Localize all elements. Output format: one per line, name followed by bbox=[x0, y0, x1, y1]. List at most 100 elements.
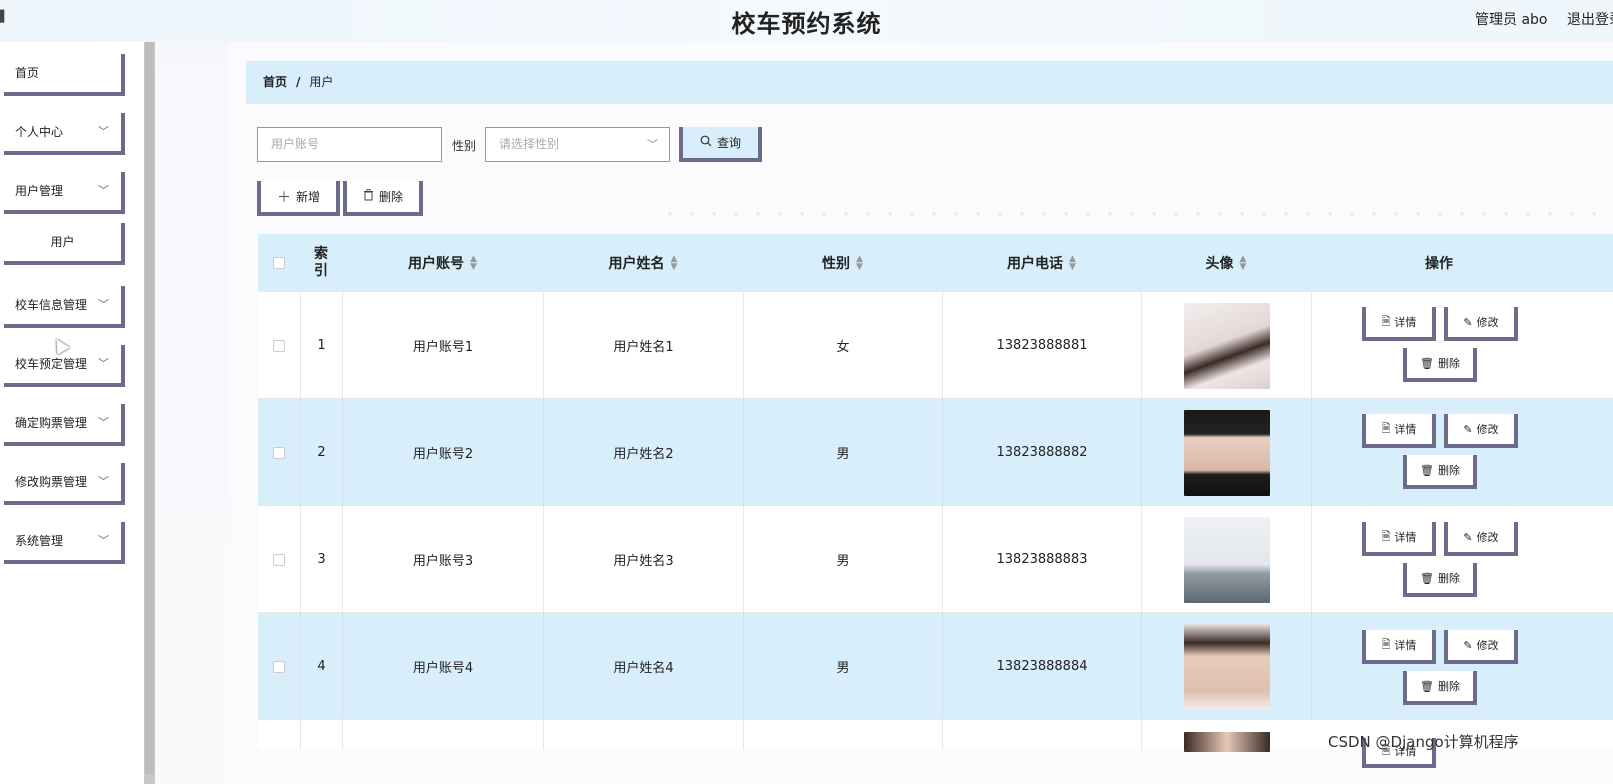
row-gender: 男 bbox=[743, 506, 942, 613]
delete-button[interactable]: 🗑 删除 bbox=[1403, 671, 1477, 705]
row-checkbox[interactable] bbox=[273, 446, 285, 459]
row-checkbox[interactable] bbox=[273, 660, 285, 673]
gender-select-placeholder: 请选择性别 bbox=[499, 137, 560, 151]
sidebar-item-label: 系统管理 bbox=[15, 534, 64, 548]
edit-button[interactable]: ✎ 修改 bbox=[1444, 522, 1518, 556]
sidebar-item-bus-info[interactable]: 校车信息管理 ﹀ bbox=[4, 286, 125, 328]
row-phone: 13823888884 bbox=[942, 613, 1141, 720]
sort-icon[interactable]: ▲ ▼ bbox=[1069, 255, 1076, 272]
document-icon: 🗎 bbox=[1381, 314, 1391, 328]
add-button[interactable]: ＋ 新增 bbox=[257, 181, 340, 216]
account-search-input[interactable]: 用户账号 bbox=[257, 127, 442, 162]
avatar[interactable] bbox=[1183, 302, 1270, 389]
detail-button[interactable]: 🗎 详情 bbox=[1362, 414, 1436, 448]
sidebar-subitem-users[interactable]: 用户 bbox=[4, 223, 125, 265]
sidebar-item-bus-booking[interactable]: 校车预定管理 ﹀ bbox=[4, 345, 125, 387]
trash-icon: 🗑 bbox=[1420, 571, 1434, 585]
document-icon: 🗎 bbox=[1381, 529, 1391, 543]
sidebar-item-confirm-ticket[interactable]: 确定购票管理 ﹀ bbox=[4, 404, 125, 446]
detail-button-label: 详情 bbox=[1394, 316, 1417, 329]
col-avatar[interactable]: 头像 ▲ ▼ bbox=[1141, 234, 1311, 292]
trash-icon: 🗑 bbox=[1420, 356, 1434, 370]
sidebar-item-label: 用户管理 bbox=[15, 184, 64, 198]
edit-button[interactable]: ✎ 修改 bbox=[1444, 630, 1518, 664]
select-all-checkbox[interactable] bbox=[273, 257, 285, 269]
row-account: 用户账号1 bbox=[342, 292, 543, 399]
avatar[interactable] bbox=[1183, 409, 1270, 496]
gender-select[interactable]: 请选择性别 ﹀ bbox=[485, 127, 670, 162]
row-account: 用户账号3 bbox=[342, 506, 543, 613]
sidebar-item-home[interactable]: 首页 bbox=[4, 54, 125, 96]
avatar[interactable] bbox=[1184, 732, 1270, 752]
row-checkbox[interactable] bbox=[273, 339, 285, 352]
sort-icon[interactable]: ▲ ▼ bbox=[470, 255, 477, 272]
sort-icon[interactable]: ▲ ▼ bbox=[856, 255, 863, 272]
col-name-label: 用户姓名 bbox=[608, 256, 665, 272]
delete-button[interactable]: 🗑 删除 bbox=[1403, 348, 1477, 382]
delete-button[interactable]: 🗑 删除 bbox=[1403, 563, 1477, 597]
edit-button-label: 修改 bbox=[1476, 639, 1499, 652]
edit-button[interactable]: ✎ 修改 bbox=[1444, 414, 1518, 448]
decorative-dots bbox=[659, 212, 1609, 216]
row-index: 3 bbox=[300, 506, 342, 613]
edit-button[interactable]: ✎ 修改 bbox=[1444, 307, 1518, 341]
breadcrumb-current: 用户 bbox=[309, 75, 334, 89]
col-index-label: 索引 bbox=[314, 246, 328, 279]
row-checkbox[interactable] bbox=[273, 553, 285, 566]
row-divider bbox=[942, 720, 943, 750]
row-name: 用户姓名1 bbox=[543, 292, 743, 399]
row-select-cell bbox=[258, 292, 300, 399]
sidebar-scrollbar-thumb[interactable] bbox=[145, 42, 154, 774]
sidebar-item-system[interactable]: 系统管理 ﹀ bbox=[4, 522, 125, 564]
col-account-label: 用户账号 bbox=[408, 256, 465, 272]
batch-delete-button[interactable]: 删除 bbox=[343, 181, 423, 216]
table-header: 索引 用户账号 ▲ ▼ 用户姓名 ▲ ▼ 性别 ▲ ▼ 用户电话 ▲ ▼ 头像 ▲ ▼ 操… bbox=[258, 234, 1613, 292]
chevron-down-icon: ﹀ bbox=[98, 534, 109, 547]
sidebar-item-label: 首页 bbox=[15, 66, 40, 80]
chevron-down-icon: ﹀ bbox=[98, 125, 109, 138]
row-name: 用户姓名4 bbox=[543, 613, 743, 720]
current-user: 管理员 abo bbox=[1475, 12, 1548, 28]
col-gender[interactable]: 性别 ▲ ▼ bbox=[743, 234, 942, 292]
row-phone: 13823888882 bbox=[942, 399, 1141, 506]
sort-icon[interactable]: ▲ ▼ bbox=[671, 255, 678, 272]
detail-button-label: 详情 bbox=[1394, 531, 1417, 544]
detail-button-label: 详情 bbox=[1394, 639, 1417, 652]
row-index: 4 bbox=[300, 613, 342, 720]
detail-button[interactable]: 🗎 详情 bbox=[1362, 630, 1436, 664]
pencil-icon: ✎ bbox=[1463, 530, 1473, 544]
edit-button-label: 修改 bbox=[1476, 423, 1499, 436]
logout-link[interactable]: 退出登录 bbox=[1567, 9, 1613, 29]
detail-button[interactable]: 🗎 详情 bbox=[1362, 522, 1436, 556]
document-icon: 🗎 bbox=[1381, 637, 1391, 651]
col-phone[interactable]: 用户电话 ▲ ▼ bbox=[942, 234, 1141, 292]
col-account[interactable]: 用户账号 ▲ ▼ bbox=[342, 234, 543, 292]
col-name[interactable]: 用户姓名 ▲ ▼ bbox=[543, 234, 743, 292]
row-gender: 女 bbox=[743, 292, 942, 399]
col-index: 索引 bbox=[300, 234, 342, 292]
avatar[interactable] bbox=[1183, 516, 1270, 603]
row-divider bbox=[342, 720, 343, 750]
sort-icon[interactable]: ▲ ▼ bbox=[1240, 255, 1247, 272]
detail-button[interactable]: 🗎 详情 bbox=[1362, 307, 1436, 341]
row-gender: 男 bbox=[743, 613, 942, 720]
delete-button[interactable]: 🗑 删除 bbox=[1403, 455, 1477, 489]
pencil-icon: ✎ bbox=[1463, 315, 1473, 329]
breadcrumb-separator: / bbox=[296, 75, 301, 89]
row-phone: 13823888881 bbox=[942, 292, 1141, 399]
watermark: CSDN @Django计算机程序 bbox=[1328, 733, 1519, 751]
trash-icon: 🗑 bbox=[1420, 463, 1434, 477]
col-ops-label: 操作 bbox=[1425, 256, 1453, 272]
col-phone-label: 用户电话 bbox=[1007, 256, 1064, 272]
sidebar-item-personal-center[interactable]: 个人中心 ﹀ bbox=[4, 113, 125, 155]
select-all-cell bbox=[258, 234, 300, 292]
avatar[interactable] bbox=[1183, 623, 1270, 710]
sidebar: 首页 个人中心 ﹀ 用户管理 ﹀ 用户 校车信息管理 ﹀ 校车预定管理 ﹀ 确定… bbox=[0, 42, 155, 784]
row-account: 用户账号2 bbox=[342, 399, 543, 506]
sidebar-item-modify-ticket[interactable]: 修改购票管理 ﹀ bbox=[4, 463, 125, 505]
sidebar-item-user-management[interactable]: 用户管理 ﹀ bbox=[4, 172, 125, 214]
query-button[interactable]: 查询 bbox=[679, 127, 762, 162]
trash-icon: 🗑 bbox=[1420, 679, 1434, 693]
row-name: 用户姓名3 bbox=[543, 506, 743, 613]
breadcrumb-home[interactable]: 首页 bbox=[263, 75, 287, 89]
